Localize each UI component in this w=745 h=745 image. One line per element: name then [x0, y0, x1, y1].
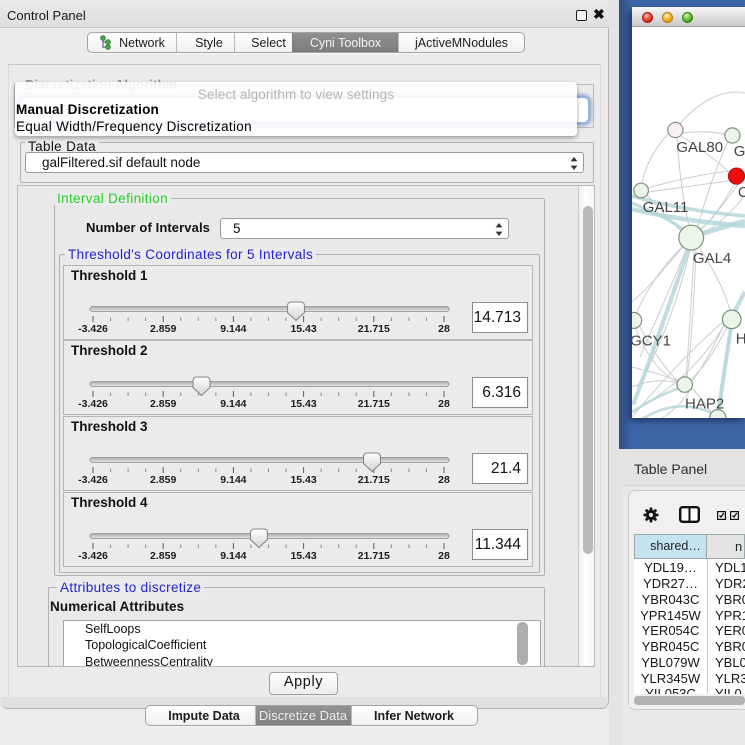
- svg-text:21.715: 21.715: [358, 323, 390, 335]
- svg-text:9.144: 9.144: [220, 474, 246, 486]
- svg-text:GAL4: GAL4: [693, 250, 731, 267]
- svg-text:G...: G...: [734, 143, 745, 160]
- svg-text:28: 28: [438, 474, 450, 486]
- svg-text:28: 28: [438, 323, 450, 335]
- svg-text:-3.426: -3.426: [78, 398, 108, 410]
- svg-text:2.859: 2.859: [150, 398, 176, 410]
- svg-text:2.859: 2.859: [150, 550, 176, 562]
- svg-text:HAP2: HAP2: [685, 396, 724, 413]
- svg-text:15.43: 15.43: [290, 550, 316, 562]
- svg-text:21.715: 21.715: [358, 398, 390, 410]
- svg-text:H: H: [736, 331, 745, 348]
- svg-text:15.43: 15.43: [290, 323, 316, 335]
- svg-text:GAL80: GAL80: [676, 139, 723, 156]
- svg-text:9.144: 9.144: [220, 398, 246, 410]
- svg-text:21.715: 21.715: [358, 474, 390, 486]
- svg-text:9.144: 9.144: [220, 323, 246, 335]
- svg-text:21.715: 21.715: [358, 550, 390, 562]
- svg-text:15.43: 15.43: [290, 398, 316, 410]
- svg-text:-3.426: -3.426: [78, 474, 108, 486]
- svg-text:GAL11: GAL11: [643, 199, 689, 216]
- svg-text:-3.426: -3.426: [78, 323, 108, 335]
- svg-text:28: 28: [438, 398, 450, 410]
- svg-text:9.144: 9.144: [220, 550, 246, 562]
- svg-text:2.859: 2.859: [150, 474, 176, 486]
- svg-text:GCY1: GCY1: [632, 333, 671, 350]
- svg-text:C...: C...: [738, 184, 745, 201]
- svg-text:2.859: 2.859: [150, 323, 176, 335]
- svg-text:28: 28: [438, 550, 450, 562]
- svg-text:15.43: 15.43: [290, 474, 316, 486]
- svg-text:-3.426: -3.426: [78, 550, 108, 562]
